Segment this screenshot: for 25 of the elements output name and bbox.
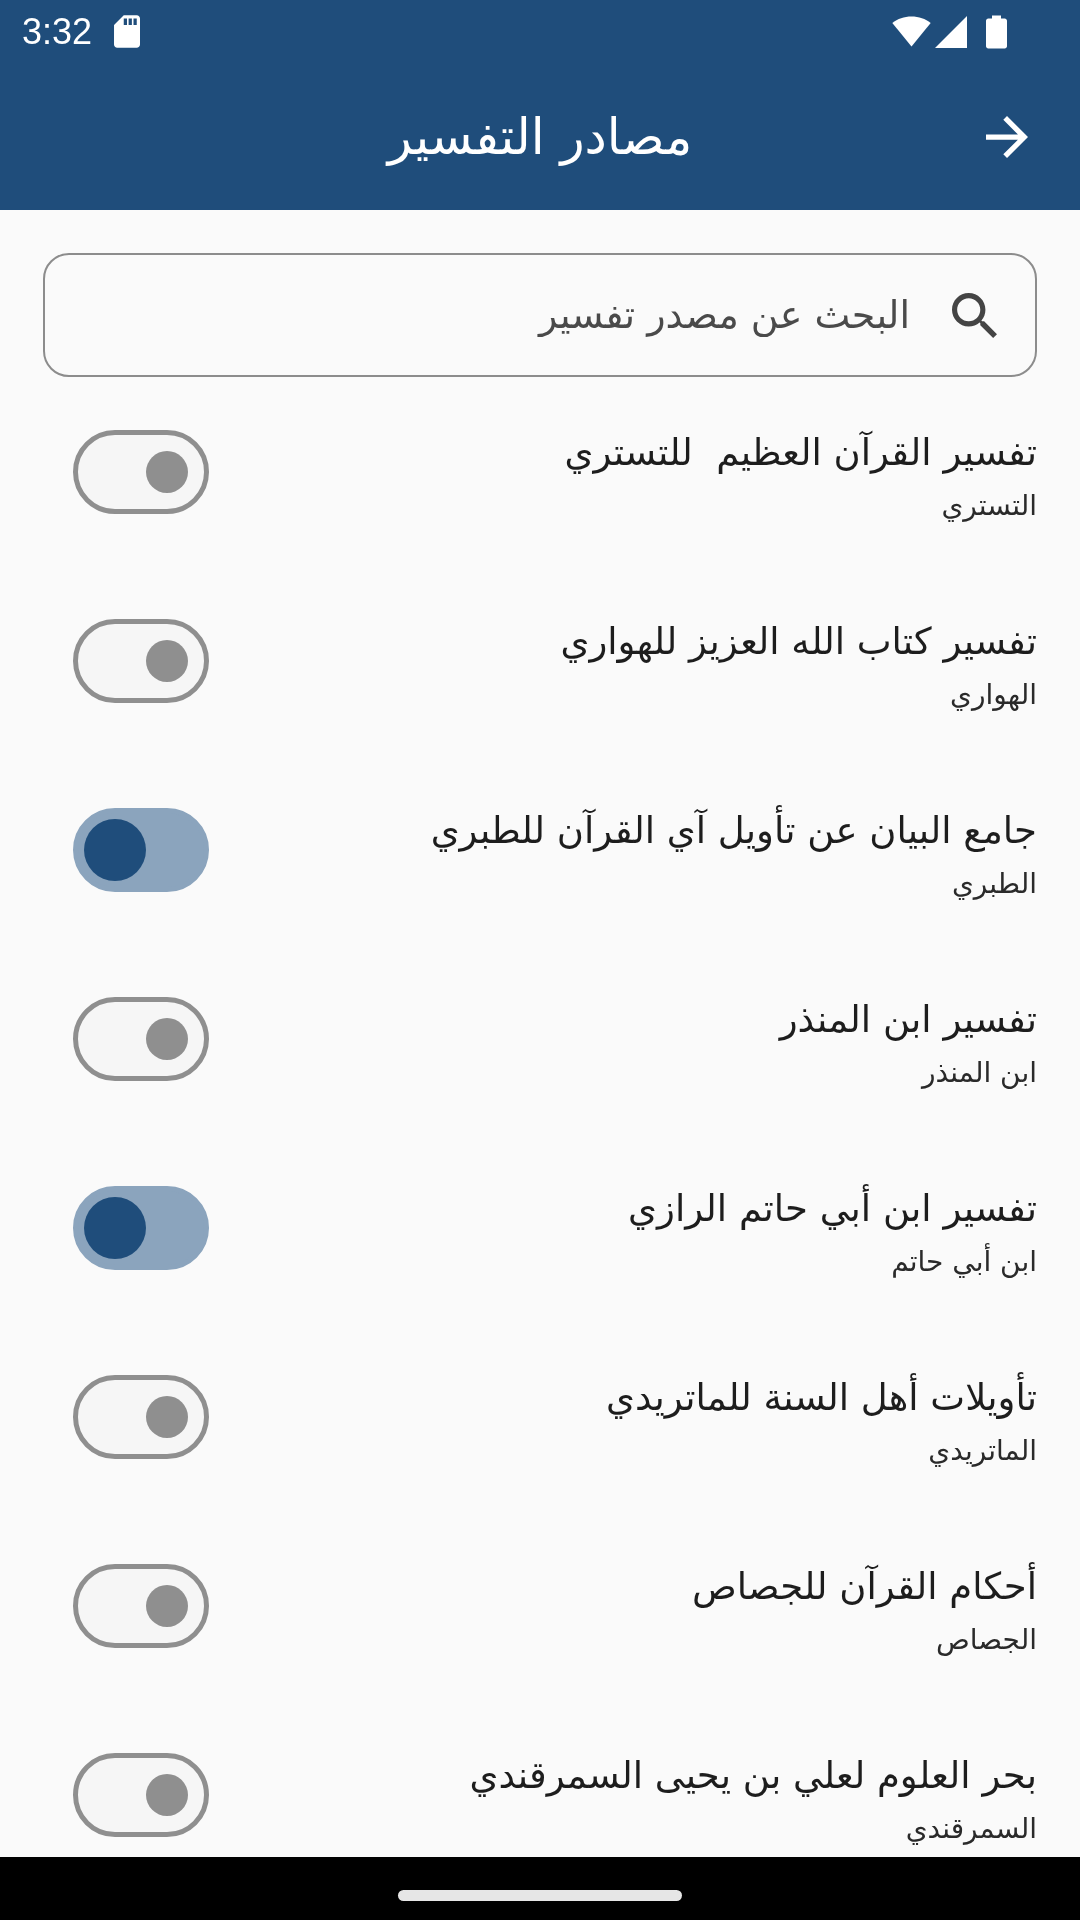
- status-time: 3:32: [22, 11, 93, 52]
- back-arrow-icon[interactable]: [986, 115, 1028, 158]
- author-name: ابن أبي حاتم: [891, 1242, 1037, 1280]
- author-name: الماتريدي: [928, 1432, 1037, 1469]
- search-icon: [952, 293, 997, 338]
- tafsir-title: بحر العلوم لعلي بن يحيى السمرقندي: [469, 1752, 1037, 1799]
- author-name: ابن المنذر: [922, 1054, 1037, 1091]
- tafsir-title: تفسير ابن أبي حاتم الرازي: [628, 1183, 1037, 1232]
- tafsir-title: تفسير كتاب الله العزيز للهواري: [560, 618, 1037, 665]
- author-name: الهواري: [950, 676, 1037, 713]
- author-name: السمرقندي: [905, 1810, 1037, 1847]
- battery-icon: [986, 14, 1007, 49]
- tafsir-title: أحكام القرآن للجصاص: [692, 1561, 1037, 1610]
- wifi-icon: [892, 16, 931, 47]
- tafsir-title: جامع البيان عن تأويل آي القرآن للطبري: [430, 803, 1037, 857]
- tafsir-title: تفسير ابن المنذر: [779, 996, 1037, 1043]
- tafsir-title: تأويلات أهل السنة للماتريدي: [606, 1370, 1037, 1424]
- author-name: الطبري: [951, 865, 1037, 902]
- sd-card-icon: [114, 15, 141, 48]
- author-name: الجصاص: [935, 1621, 1037, 1658]
- author-name: التستري: [941, 487, 1037, 524]
- search-field[interactable]: البحث عن مصدر تفسير: [43, 253, 1037, 377]
- tafsir-title: تفسير القرآن العظيم للتستري: [564, 429, 1037, 476]
- screen-title: مصادر التفسير: [387, 106, 693, 168]
- signal-icon: [935, 15, 967, 48]
